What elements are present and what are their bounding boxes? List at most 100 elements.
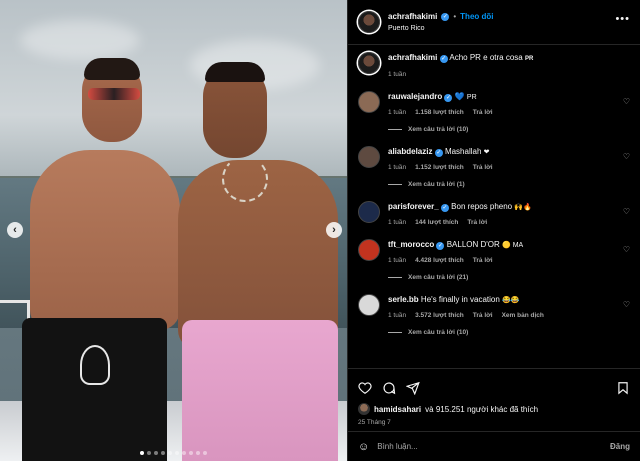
drawstring <box>80 345 110 385</box>
commenter-avatar[interactable] <box>358 239 380 261</box>
verified-badge-icon: ✓ <box>436 242 445 250</box>
post-media[interactable]: ‹ › <box>0 0 347 461</box>
comment-likes[interactable]: 144 lượt thích <box>415 219 458 226</box>
heart-icon[interactable]: ♡ <box>623 207 630 216</box>
commenter-avatar[interactable] <box>358 201 380 223</box>
caption-tag: PR <box>524 56 534 62</box>
carousel-dot <box>196 451 200 455</box>
caption-text: Acho PR e otra cosa <box>449 53 523 62</box>
action-bar <box>348 369 640 399</box>
translate-button[interactable]: Xem bản dịch <box>502 312 544 319</box>
commenter-username[interactable]: aliabdelaziz <box>388 147 432 156</box>
comment-text-tail: PR <box>466 94 477 101</box>
more-options-icon[interactable]: ••• <box>615 13 630 25</box>
heart-icon[interactable]: ♡ <box>623 300 630 309</box>
cloud <box>20 20 140 60</box>
person-left-hair <box>84 58 140 80</box>
comment-likes[interactable]: 4.428 lượt thích <box>415 257 464 264</box>
comments-list[interactable]: achrafhakimi ✓ Acho PR e otra cosa PR 1 … <box>348 46 640 368</box>
liker-username[interactable]: hamidsahari <box>374 405 421 414</box>
carousel-dots <box>0 451 347 455</box>
carousel-dot <box>168 451 172 455</box>
likes-summary: hamidsahari và 915.251 người khác đã thí… <box>348 399 640 415</box>
carousel-dot <box>182 451 186 455</box>
commenter-avatar[interactable] <box>358 91 380 113</box>
view-replies-label: Xem câu trả lời (10) <box>408 126 469 133</box>
post-comment-button[interactable]: Đăng <box>610 442 630 451</box>
view-replies-button[interactable]: Xem câu trả lời (21) <box>388 274 630 281</box>
post-panel: achrafhakimi ✓ • Theo dõi Puerto Rico ••… <box>347 0 640 461</box>
emoji-icon[interactable]: ☺ <box>358 441 369 453</box>
view-replies-button[interactable]: Xem câu trả lời (10) <box>388 126 630 133</box>
comment-likes[interactable]: 1.152 lượt thích <box>415 164 464 171</box>
carousel-prev-button[interactable]: ‹ <box>7 222 23 238</box>
comment-text-tail: 🟡 MA <box>502 242 524 249</box>
post-location[interactable]: Puerto Rico <box>388 25 494 32</box>
chevron-right-icon: › <box>332 223 336 236</box>
caption-time: 1 tuần <box>388 71 407 78</box>
comment-item: rauwalejandro ✓ 💙 PR 1 tuần 1.158 lượt thí… <box>358 91 630 133</box>
verified-badge-icon: ✓ <box>434 149 443 157</box>
verified-badge-icon: ✓ <box>440 204 449 212</box>
view-replies-button[interactable]: Xem câu trả lời (1) <box>388 181 630 188</box>
commenter-username[interactable]: parisforever_ <box>388 202 439 211</box>
heart-icon[interactable] <box>358 381 372 395</box>
carousel-dot <box>154 451 158 455</box>
comment-item: aliabdelaziz ✓ Mashallah ❤ 1 tuần 1.152 lư… <box>358 146 630 188</box>
caption-author-username[interactable]: achrafhakimi <box>388 53 437 62</box>
person-right-hair <box>205 62 265 82</box>
bookmark-icon[interactable] <box>616 381 630 395</box>
commenter-username[interactable]: serle.bb <box>388 295 419 304</box>
carousel-dot <box>140 451 144 455</box>
follow-button[interactable]: Theo dõi <box>460 12 493 21</box>
verified-badge-icon: ✓ <box>444 94 453 102</box>
comment-time: 1 tuần <box>388 312 407 319</box>
post-footer: hamidsahari và 915.251 người khác đã thí… <box>348 368 640 461</box>
comment-text: Mashallah <box>444 147 482 156</box>
comment-input[interactable] <box>377 442 602 451</box>
comment-item: tft_morocco ✓ BALLON D'OR 🟡 MA 1 tuần 4.42… <box>358 239 630 281</box>
carousel-dot <box>175 451 179 455</box>
reply-button[interactable]: Trả lời <box>473 109 493 116</box>
author-username[interactable]: achrafhakimi <box>388 12 437 21</box>
reply-button[interactable]: Trả lời <box>473 312 493 319</box>
author-avatar[interactable] <box>358 11 380 33</box>
reply-button[interactable]: Trả lời <box>467 219 487 226</box>
separator: • <box>453 12 457 21</box>
reply-button[interactable]: Trả lời <box>473 164 493 171</box>
comment-icon[interactable] <box>382 381 396 395</box>
commenter-avatar[interactable] <box>358 146 380 168</box>
carousel-dot <box>189 451 193 455</box>
verified-badge-icon: ✓ <box>439 55 448 63</box>
view-replies-button[interactable]: Xem câu trả lời (10) <box>388 329 630 336</box>
caption-author-avatar[interactable] <box>358 52 380 74</box>
comment-likes[interactable]: 3.572 lượt thích <box>415 312 464 319</box>
verified-badge-icon: ✓ <box>441 12 450 21</box>
commenter-avatar[interactable] <box>358 294 380 316</box>
likes-count-text[interactable]: và 915.251 người khác đã thích <box>425 405 538 414</box>
carousel-dot <box>147 451 151 455</box>
share-icon[interactable] <box>406 381 420 395</box>
heart-icon[interactable]: ♡ <box>623 152 630 161</box>
comment-time: 1 tuần <box>388 109 407 116</box>
view-replies-label: Xem câu trả lời (21) <box>408 274 469 281</box>
person-left-torso <box>30 150 180 330</box>
comment-item: parisforever_ ✓ Bon repos pheno 🙌🔥 1 tuần… <box>358 201 630 226</box>
person-right-shorts <box>182 320 338 461</box>
comment-item: serle.bb He's finally in vacation 😂😂 1 tu… <box>358 294 630 336</box>
comment-text-tail: ❤ <box>483 149 490 156</box>
heart-icon[interactable]: ♡ <box>623 97 630 106</box>
comment-text: He's finally in vacation <box>420 295 500 304</box>
comment-text-tail: 😂😂 <box>502 297 520 304</box>
reply-button[interactable]: Trả lời <box>473 257 493 264</box>
necklace <box>222 156 268 202</box>
view-replies-label: Xem câu trả lời (10) <box>408 329 469 336</box>
carousel-next-button[interactable]: › <box>326 222 342 238</box>
comment-likes[interactable]: 1.158 lượt thích <box>415 109 464 116</box>
heart-icon[interactable]: ♡ <box>623 245 630 254</box>
divider <box>388 184 402 185</box>
commenter-username[interactable]: rauwalejandro <box>388 92 442 101</box>
commenter-username[interactable]: tft_morocco <box>388 240 434 249</box>
post-date: 25 Tháng 7 <box>358 419 391 426</box>
carousel-dot <box>161 451 165 455</box>
